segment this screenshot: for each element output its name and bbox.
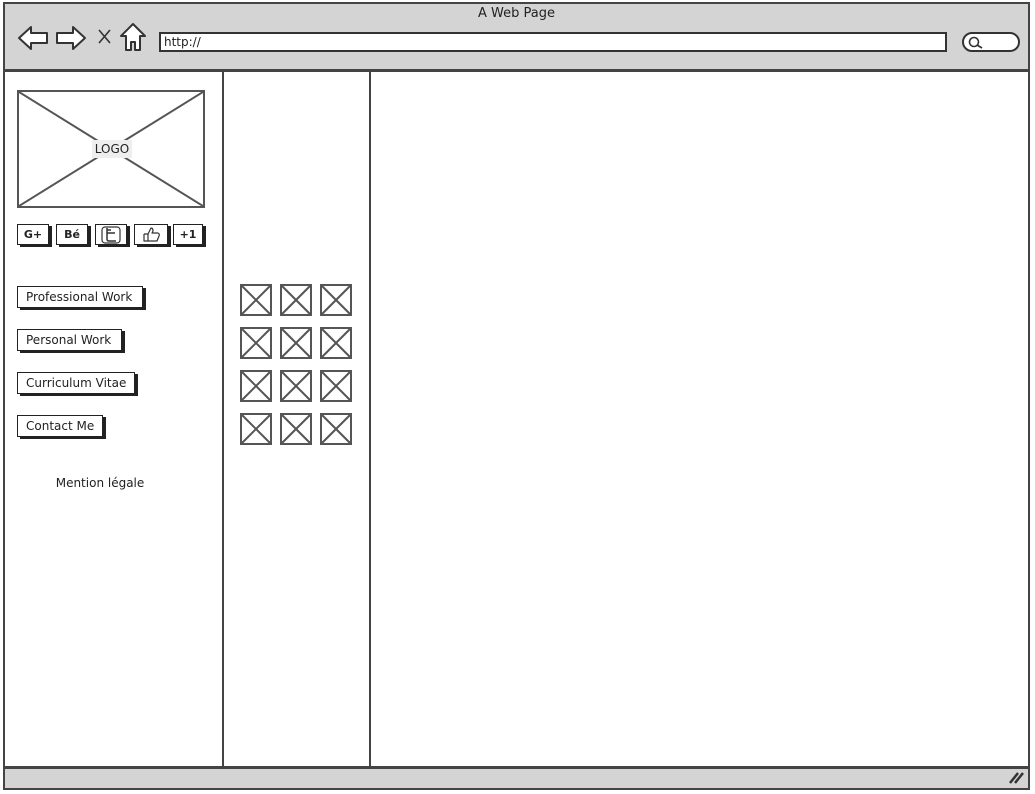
like-button[interactable] bbox=[134, 224, 168, 245]
address-bar[interactable]: http:// bbox=[159, 32, 947, 52]
twitter-button[interactable] bbox=[95, 224, 127, 245]
browser-toolbar: A Web Page http:// bbox=[5, 4, 1028, 72]
legal-notice-link[interactable]: Mention légale bbox=[5, 476, 195, 490]
status-bar bbox=[5, 766, 1028, 788]
forward-arrow-icon[interactable] bbox=[55, 24, 87, 52]
image-thumbnail[interactable] bbox=[240, 284, 272, 316]
menu-personal-work[interactable]: Personal Work bbox=[17, 329, 122, 351]
plus-one-icon: +1 bbox=[179, 228, 197, 241]
image-thumbnail[interactable] bbox=[240, 413, 272, 445]
sidebar: LOGO G+ Bé +1 Professional Work Personal… bbox=[5, 72, 223, 768]
image-thumbnail[interactable] bbox=[320, 370, 352, 402]
like-thumb-icon bbox=[143, 227, 160, 242]
thumbnail-gallery bbox=[222, 72, 371, 768]
image-thumbnail[interactable] bbox=[240, 327, 272, 359]
search-button[interactable] bbox=[962, 32, 1020, 52]
image-thumbnail[interactable] bbox=[280, 284, 312, 316]
menu-curriculum-vitae[interactable]: Curriculum Vitae bbox=[17, 372, 135, 394]
back-arrow-icon[interactable] bbox=[17, 24, 49, 52]
google-plus-button[interactable]: G+ bbox=[17, 224, 49, 245]
image-thumbnail[interactable] bbox=[240, 370, 272, 402]
window-title: A Web Page bbox=[478, 6, 555, 21]
menu-professional-work[interactable]: Professional Work bbox=[17, 286, 143, 308]
image-thumbnail[interactable] bbox=[280, 370, 312, 402]
image-thumbnail[interactable] bbox=[320, 327, 352, 359]
image-thumbnail[interactable] bbox=[320, 284, 352, 316]
logo-placeholder: LOGO bbox=[17, 90, 205, 208]
plus-one-button[interactable]: +1 bbox=[173, 224, 203, 245]
home-icon[interactable] bbox=[119, 22, 147, 52]
browser-window: A Web Page http:// LOGO G+ Bé +1 Profess… bbox=[3, 2, 1030, 790]
logo-label: LOGO bbox=[92, 140, 132, 158]
image-thumbnail[interactable] bbox=[280, 413, 312, 445]
resize-grip-icon[interactable] bbox=[1008, 771, 1024, 785]
google-plus-icon: G+ bbox=[23, 228, 43, 241]
twitter-icon bbox=[101, 226, 121, 244]
behance-icon: Bé bbox=[64, 228, 80, 241]
menu-contact-me[interactable]: Contact Me bbox=[17, 415, 103, 437]
behance-button[interactable]: Bé bbox=[56, 224, 88, 245]
close-icon[interactable] bbox=[97, 28, 113, 46]
image-thumbnail[interactable] bbox=[320, 413, 352, 445]
search-icon bbox=[968, 36, 983, 49]
image-thumbnail[interactable] bbox=[280, 327, 312, 359]
